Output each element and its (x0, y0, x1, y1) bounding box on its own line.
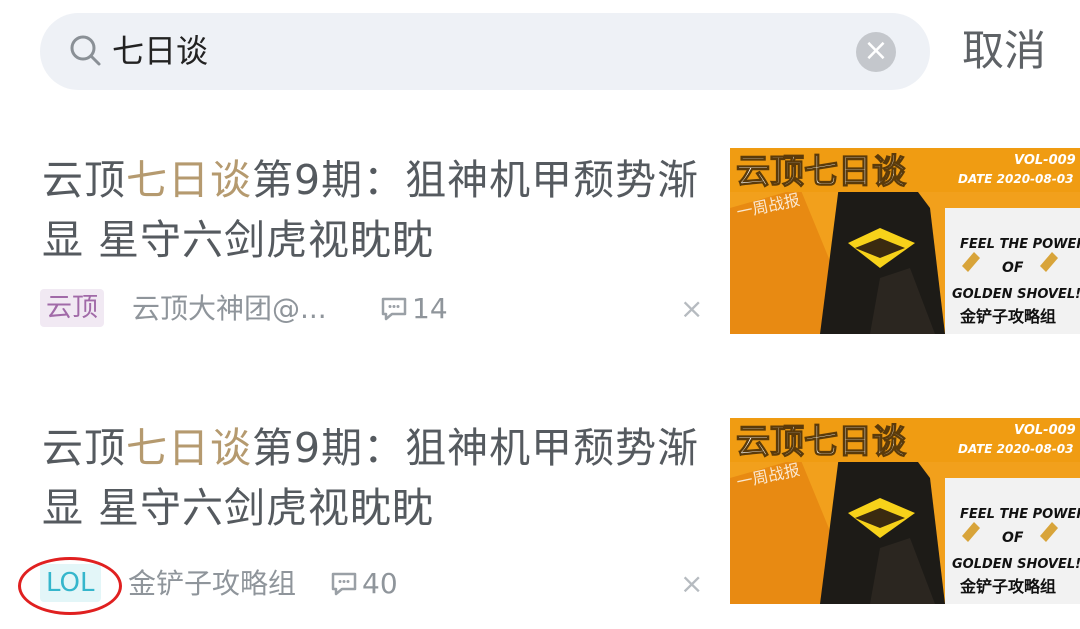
comment-count: 40 (362, 567, 398, 600)
thumb-date: DATE 2020-08-03 (958, 442, 1073, 456)
search-input[interactable]: 七日谈 (112, 27, 208, 75)
thumb-date: DATE 2020-08-03 (958, 172, 1073, 186)
thumb-side-1: FEEL THE POWER (960, 237, 1080, 252)
search-bar[interactable]: 七日谈 × (40, 13, 930, 90)
thumb-headline: 云顶七日谈 (736, 152, 907, 192)
dismiss-button[interactable]: × (680, 289, 703, 329)
thumb-side-4: 金铲子攻略组 (959, 307, 1056, 326)
search-icon (70, 35, 101, 66)
result-title[interactable]: 云顶七日谈第9期：狙神机甲颓势渐显 星守六剑虎视眈眈 (42, 418, 702, 538)
thumb-side-3: GOLDEN SHOVEL!!! (952, 287, 1080, 302)
result-thumbnail[interactable]: 云顶七日谈 VOL-009 DATE 2020-08-03 一周战报 FEEL … (730, 148, 1080, 334)
thumb-side-2: OF (1002, 530, 1024, 546)
title-highlight: 七日谈 (126, 156, 252, 204)
thumb-side-1: FEEL THE POWER (960, 507, 1080, 522)
comment-icon (381, 297, 407, 321)
result-item[interactable]: 云顶七日谈第9期：狙神机甲颓势渐显 星守六剑虎视眈眈 LOL 金铲子攻略组 40… (0, 418, 1080, 628)
cancel-button[interactable]: 取消 (962, 22, 1046, 80)
title-highlight: 七日谈 (126, 424, 252, 472)
thumb-headline: 云顶七日谈 (736, 422, 907, 462)
result-title[interactable]: 云顶七日谈第9期：狙神机甲颓势渐显 星守六剑虎视眈眈 (42, 150, 702, 270)
dismiss-button[interactable]: × (680, 564, 703, 604)
close-icon: × (863, 33, 889, 68)
author-name[interactable]: 金铲子攻略组 (128, 564, 296, 604)
thumb-side-3: GOLDEN SHOVEL!!! (952, 557, 1080, 572)
comment-count: 14 (412, 292, 448, 325)
annotation-circle (18, 557, 122, 615)
category-tag[interactable]: 云顶 (40, 289, 105, 327)
thumb-vol: VOL-009 (1014, 153, 1076, 168)
result-meta: LOL 金铲子攻略组 40 × (40, 564, 720, 604)
result-meta: 云顶 云顶大神团@... 14 × (40, 289, 720, 329)
title-prefix: 云顶 (42, 156, 126, 204)
title-prefix: 云顶 (42, 424, 126, 472)
thumb-side-2: OF (1002, 260, 1024, 276)
result-thumbnail[interactable]: 云顶七日谈 VOL-009 DATE 2020-08-03 一周战报 FEEL … (730, 418, 1080, 604)
result-item[interactable]: 云顶七日谈第9期：狙神机甲颓势渐显 星守六剑虎视眈眈 云顶 云顶大神团@... … (0, 148, 1080, 360)
thumb-side-4: 金铲子攻略组 (959, 577, 1056, 596)
comment-icon (331, 572, 357, 596)
clear-search-button[interactable]: × (856, 32, 896, 72)
author-name[interactable]: 云顶大神团@... (132, 289, 327, 329)
thumb-vol: VOL-009 (1014, 423, 1076, 438)
